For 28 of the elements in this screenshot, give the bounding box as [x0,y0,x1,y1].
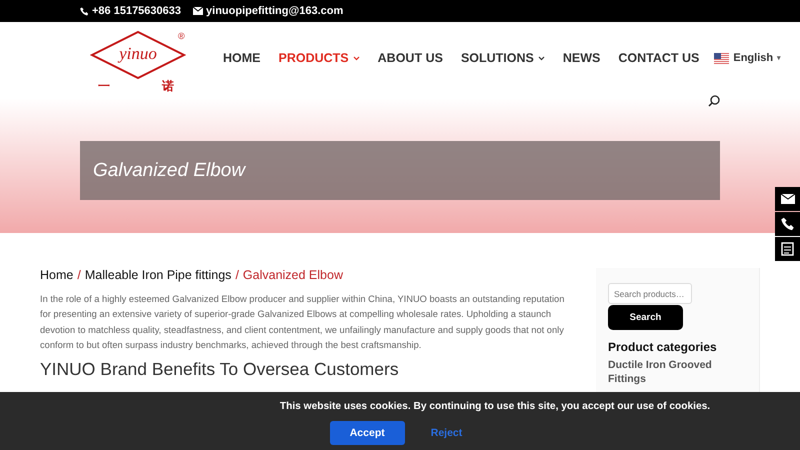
cookie-message: This website uses cookies. By continuing to use this site, you accept our use of cookies. [280,401,710,412]
search-icon[interactable] [708,95,720,107]
phone-icon [80,6,89,16]
nav-link[interactable]: PRODUCTS [270,51,369,65]
flag-icon [714,52,730,64]
phone-icon[interactable] [775,212,800,236]
breadcrumb-separator: / [235,268,239,282]
breadcrumb-link[interactable]: Malleable Iron Pipe fittings [84,268,232,282]
intro-paragraph: In the role of a highly esteemed Galvanized Elbow producer and supplier within China, YINUO boasts an outstanding reputation for presenting an extensive variety of superior-grade Galvanized Elbows at compelling wholesale rates. Upholding a staunch devotion to matchless quality, steadfastness, and client contentment, we unfailingly manufacture and supply goods that not only conform to but often surpass industry benchmarks, achieved through the best craftsmanship. [40,293,566,352]
breadcrumb-link[interactable]: Home [40,268,74,282]
page-title: Galvanized Elbow [93,160,246,182]
nav-link[interactable]: ABOUT US [368,51,452,65]
search-field[interactable]: Search products… [608,283,692,304]
categories-heading: Product categories [608,340,718,354]
nav-link[interactable]: CONTACT US [609,51,708,65]
nav-link[interactable]: HOME [214,51,270,65]
nav-link[interactable]: SOLUTIONS [452,51,554,65]
search-button[interactable]: Search [608,305,683,330]
mail-icon [193,7,204,15]
mail-icon[interactable] [775,187,800,211]
category-link[interactable]: Ductile Iron Grooved Fittings [608,358,747,386]
accept-button[interactable]: Accept [330,421,405,445]
breadcrumb-separator: / [77,268,81,282]
form-icon[interactable] [775,237,800,261]
phone-number: +86 15175630633 [92,5,182,17]
nav-link[interactable]: NEWS [554,51,610,65]
section-heading: YINUO Brand Benefits To Oversea Customers [40,358,400,380]
email-address: yinuopipefitting@163.com [206,5,344,17]
